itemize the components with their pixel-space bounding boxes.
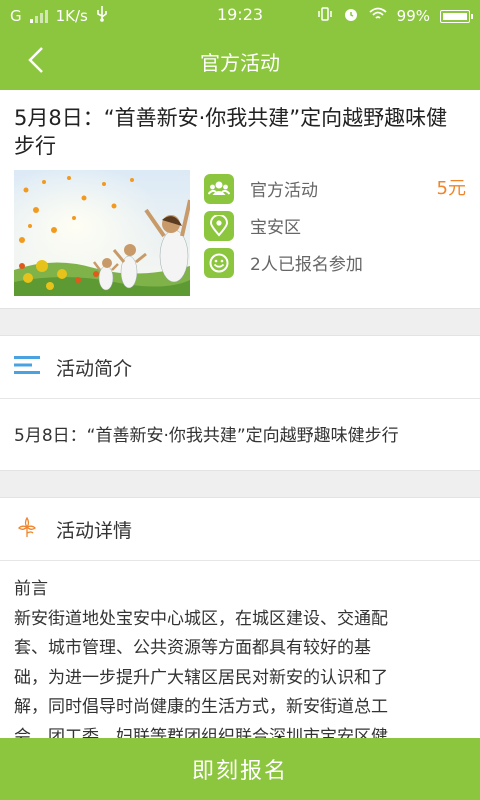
- status-right: 99%: [317, 6, 473, 26]
- event-location: 宝安区: [250, 218, 301, 238]
- event-signups-row: 2人已报名参加: [204, 244, 466, 281]
- list-lines-icon: [14, 355, 40, 379]
- event-location-row: 宝安区: [204, 207, 466, 244]
- details-line: 套、城市管理、公共资源等方面都具有较好的基: [14, 638, 371, 658]
- event-meta: 官方活动 宝安区 2人已报名参加 5元: [190, 170, 466, 296]
- smiley-icon: [204, 247, 234, 278]
- details-line: 新安街道地处宝安中心城区，在城区建设、交通配: [14, 608, 388, 629]
- intro-text: 5月8日：“首善新安·你我共建”定向越野趣味健步行: [14, 426, 399, 446]
- page-title: 官方活动: [200, 51, 280, 75]
- status-bar: G 1K/s 19:23 99%: [0, 0, 480, 30]
- battery-icon: [440, 9, 473, 23]
- details-section: 活动详情 前言 新安街道地处宝安中心城区，在城区建设、交通配 套、城市管理、公共…: [0, 498, 480, 738]
- location-pin-icon: [204, 210, 234, 241]
- event-category: 官方活动: [250, 181, 318, 201]
- event-category-row: 官方活动: [204, 170, 466, 207]
- details-header: 活动详情: [0, 498, 480, 561]
- wifi-icon: [369, 7, 387, 25]
- alarm-icon: [343, 6, 359, 26]
- details-heading: 活动详情: [56, 519, 133, 542]
- intro-section: 活动简介 5月8日：“首善新安·你我共建”定向越野趣味健步行: [0, 336, 480, 470]
- details-line: 会、团工委、妇联等群团组织联合深圳市宝安区健: [14, 726, 388, 739]
- intro-header: 活动简介: [0, 336, 480, 399]
- intro-heading: 活动简介: [56, 357, 133, 380]
- battery-percent: 99%: [396, 7, 430, 25]
- divider: [0, 308, 480, 336]
- details-body: 前言 新安街道地处宝安中心城区，在城区建设、交通配 套、城市管理、公共资源等方面…: [0, 561, 480, 738]
- event-title: 5月8日：“首善新安·你我共建”定向越野趣味健步行: [14, 106, 448, 158]
- details-preface: 前言: [14, 579, 48, 599]
- vibrate-icon: [317, 6, 333, 26]
- details-line: 础，为进一步提升广大辖区居民对新安的认识和了: [14, 667, 388, 688]
- event-image[interactable]: [14, 170, 190, 296]
- flower-icon: [14, 514, 40, 544]
- event-signups: 2人已报名参加: [250, 255, 363, 275]
- event-price: 5元: [436, 178, 466, 199]
- event-card: 5月8日：“首善新安·你我共建”定向越野趣味健步行 官方活动 宝安区 2人已报名…: [0, 90, 480, 308]
- content-scroll[interactable]: 5月8日：“首善新安·你我共建”定向越野趣味健步行 官方活动 宝安区 2人已报名…: [0, 90, 480, 738]
- nav-bar: 官方活动: [0, 30, 480, 90]
- signup-button[interactable]: 即刻报名: [0, 738, 480, 800]
- divider: [0, 470, 480, 498]
- details-line: 解，同时倡导时尚健康的生活方式，新安街道总工: [14, 697, 388, 717]
- group-icon: [204, 173, 234, 204]
